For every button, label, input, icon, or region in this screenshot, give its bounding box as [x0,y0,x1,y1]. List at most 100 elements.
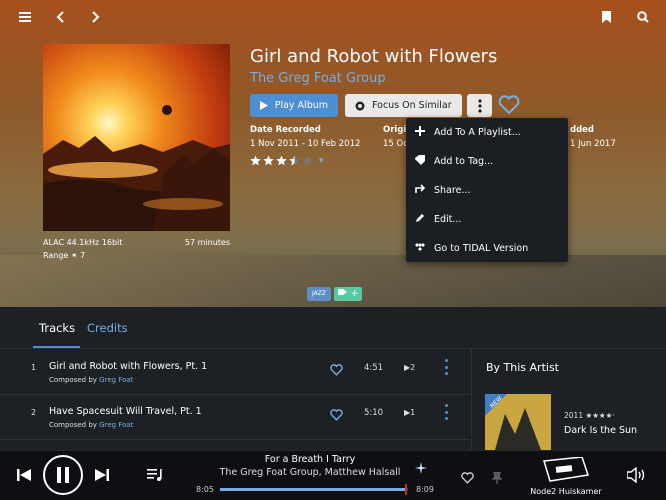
star-icon[interactable] [276,155,287,166]
search-icon[interactable] [634,8,652,26]
menu-item-add-to-playlist[interactable]: Add To A Playlist... [406,118,568,147]
bookmark-icon[interactable] [597,8,615,26]
track-more-icon[interactable] [443,359,449,375]
add-tag-chip[interactable]: + [334,287,363,301]
favorite-heart-icon[interactable] [498,95,520,115]
track-more-icon[interactable] [443,404,449,420]
content-panel: Tracks Credits 1 Girl and Robot with Flo… [0,307,666,450]
track-row[interactable]: 1 Girl and Robot with Flowers, Pt. 1 Com… [0,350,470,395]
track-duration: 4:51 [364,363,384,373]
zone-name[interactable]: Node2 Huiskamer [522,487,610,496]
date-recorded-value: 1 Nov 2011 - 10 Feb 2012 [250,139,361,149]
related-album-art[interactable]: NEW [485,394,551,450]
track-plays: ▶2 [404,363,415,372]
seek-position-marker[interactable] [405,484,408,495]
more-options-button[interactable] [467,94,492,117]
zone-device-icon[interactable] [540,456,590,487]
focus-on-similar-button[interactable]: Focus On Similar [345,94,462,117]
now-playing-title[interactable]: For a Breath I Tarry [200,454,420,465]
vertical-dots-icon [477,98,482,113]
rating-stars[interactable]: ▾ [250,155,324,166]
play-count: 2 [410,363,416,372]
album-title: Girl and Robot with Flowers [250,46,498,67]
menu-item-label: Go to TIDAL Version [434,243,529,254]
play-pause-button[interactable] [43,455,83,495]
track-title: Have Spacesuit Will Travel, Pt. 1 [49,406,202,417]
star-icon[interactable] [289,155,300,166]
menu-item-label: Add to Tag... [434,156,494,167]
share-icon [414,184,426,197]
added-value: 1 Jun 2017 [570,139,616,149]
composed-by-label: Composed by [49,421,97,429]
album-art[interactable] [43,44,230,231]
track-duration: 5:10 [364,408,384,418]
added-label: dded [570,125,595,135]
original-release: Origi 15 Oc [383,125,408,149]
pin-icon[interactable] [491,469,503,488]
seek-bar[interactable] [220,484,408,495]
date-recorded: Date Recorded 1 Nov 2011 - 10 Feb 2012 [250,125,360,149]
by-this-artist-panel: By This Artist NEW 2011 ★★★★· Dark Is th… [471,349,666,450]
tab-credits[interactable]: Credits [87,321,128,335]
album-context-menu: Add To A Playlist... Add to Tag... Share… [406,118,568,262]
tab-tracks[interactable]: Tracks [39,321,75,335]
original-value: 15 Oc [383,139,408,149]
related-album-title[interactable]: Dark Is the Sun [564,425,637,436]
play-count: 1 [410,408,416,417]
date-recorded-label: Date Recorded [250,125,321,135]
track-number: 2 [31,408,37,417]
now-playing-heart-icon[interactable] [461,469,474,488]
now-playing-artist[interactable]: The Greg Foat Group, Matthew Halsall [190,467,430,478]
volume-icon[interactable] [626,466,647,487]
star-icon[interactable] [263,155,274,166]
focus-label: Focus On Similar [372,100,452,111]
rating-dropdown-icon[interactable]: ▾ [319,156,324,166]
plus-icon [414,126,426,139]
chevron-left-icon[interactable] [51,8,69,26]
chevron-right-icon[interactable] [87,8,105,26]
date-added: dded 1 Jun 2017 [570,125,616,149]
track-title: Girl and Robot with Flowers, Pt. 1 [49,361,208,372]
star-icon[interactable] [250,155,261,166]
range-text: Range ✶ 7 [43,251,86,260]
seek-bar-fill [220,488,407,491]
next-track-icon[interactable] [95,467,109,486]
track-heart-icon[interactable] [330,361,343,376]
menu-item-tidal[interactable]: Go to TIDAL Version [406,234,568,263]
duration-text: 57 minutes [184,238,230,247]
add-tag-label: + [350,289,359,299]
original-label: Origi [383,125,407,135]
track-composer: Composed by Greg Foat [49,421,133,429]
tab-bar: Tracks Credits [0,307,666,349]
top-bar [0,0,666,34]
play-album-button[interactable]: Play Album [250,94,338,117]
genre-tags: JAZZ + [307,287,363,301]
pause-icon [57,467,69,483]
queue-icon[interactable] [147,467,165,486]
tag-icon [338,289,347,295]
menu-item-share[interactable]: Share... [406,176,568,205]
hamburger-icon[interactable] [16,8,34,26]
total-time: 8:09 [416,485,434,494]
menu-item-edit[interactable]: Edit... [406,205,568,234]
elapsed-time: 8:05 [196,485,214,494]
composer-link[interactable]: Greg Foat [99,376,133,384]
composer-link[interactable]: Greg Foat [99,421,133,429]
genre-chip[interactable]: JAZZ [307,287,331,301]
track-row[interactable]: 2 Have Spacesuit Will Travel, Pt. 1 Comp… [0,395,470,440]
sparkle-icon[interactable] [415,459,427,478]
menu-item-label: Share... [434,185,471,196]
now-playing-bar: For a Breath I Tarry The Greg Foat Group… [0,450,666,500]
previous-track-icon[interactable] [17,467,31,486]
track-composer: Composed by Greg Foat [49,376,133,384]
tag-icon [414,155,426,168]
star-icon[interactable] [302,155,313,166]
menu-item-add-to-tag[interactable]: Add to Tag... [406,147,568,176]
album-artist-link[interactable]: The Greg Foat Group [250,71,386,86]
track-heart-icon[interactable] [330,406,343,421]
app-window: ALAC 44.1kHz 16bit 57 minutes Range ✶ 7 … [0,0,666,500]
aperture-icon [355,101,365,110]
menu-item-label: Edit... [434,214,462,225]
active-tab-indicator [33,346,80,348]
tidal-icon [414,243,426,254]
